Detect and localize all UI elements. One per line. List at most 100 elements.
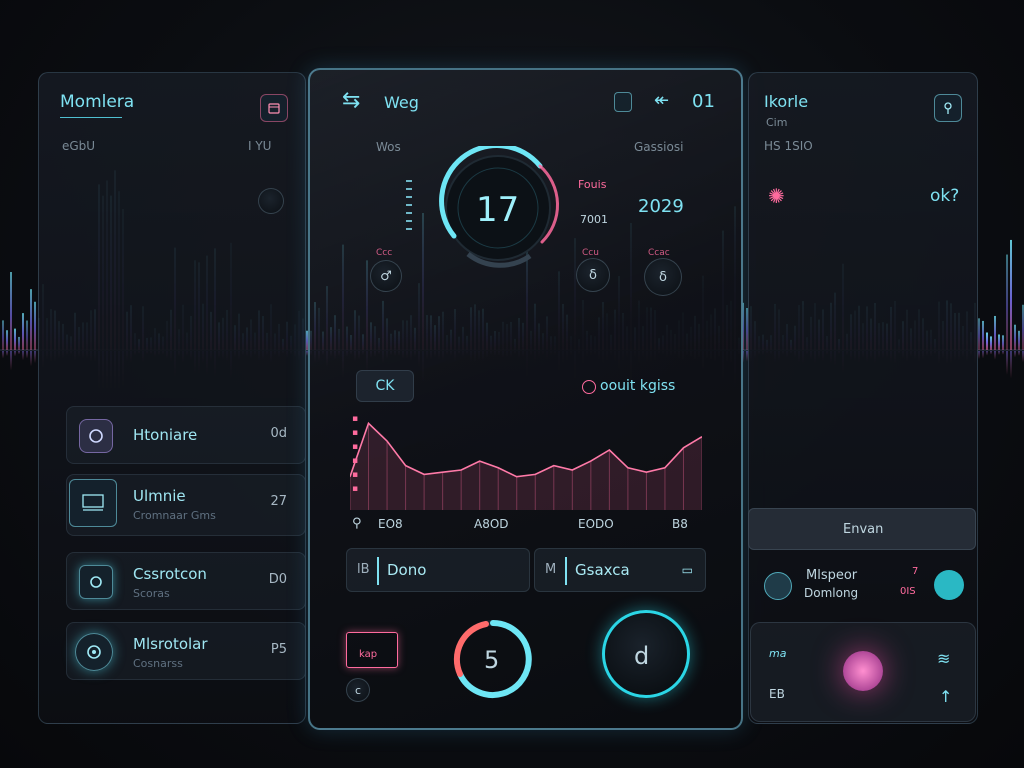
eq-bar xyxy=(14,328,16,350)
row-title: Mlspeor xyxy=(806,568,858,583)
eq-bar xyxy=(2,320,4,350)
ripple-chart xyxy=(350,421,702,510)
eq-reflection xyxy=(34,351,36,364)
eq-bar xyxy=(1010,239,1012,350)
legend-label: oouit kgiss xyxy=(600,378,676,394)
row-value-1: 7 xyxy=(912,566,919,577)
list-item-value: P5 xyxy=(270,642,287,657)
axis-label: A8OD xyxy=(474,517,509,531)
knob-caption-left: Ccc xyxy=(376,248,393,258)
envan-bar[interactable]: Envan xyxy=(748,508,976,550)
right-list-row[interactable]: Mlspeor Domlong 7 0IS xyxy=(752,560,974,610)
chat-icon xyxy=(79,565,113,599)
small-record-button[interactable]: c xyxy=(346,678,370,702)
level-meter xyxy=(406,180,412,230)
eq-reflection xyxy=(994,351,996,360)
right-title: Ikorle xyxy=(764,92,809,111)
left-time-readout: I YU xyxy=(248,139,272,153)
stat-small-value: 7001 xyxy=(580,213,608,226)
ring-value: 5 xyxy=(484,646,500,674)
right-caption: Gassiosi xyxy=(634,140,684,154)
field-menu-icon[interactable]: ▭ xyxy=(682,563,693,577)
envan-label: Envan xyxy=(843,522,884,537)
text-field-1[interactable]: lB Dono xyxy=(346,548,530,592)
stat-value: 2029 xyxy=(638,196,684,217)
eq-reflection xyxy=(2,351,4,359)
chart-y-ticks: ▪ ▪ ▪ ▪ ▪ ▪ xyxy=(352,414,359,494)
screen-icon xyxy=(69,479,117,527)
row-toggle[interactable] xyxy=(934,570,964,600)
left-subtitle: eGbU xyxy=(62,139,96,153)
orb-card: ma EB ≋ ↑ xyxy=(750,622,976,722)
list-item[interactable]: Htoniare 0d xyxy=(66,406,306,464)
target-icon xyxy=(75,633,113,671)
eq-reflection xyxy=(14,351,16,357)
list-item-subtitle: Scoras xyxy=(133,587,170,600)
eq-reflection xyxy=(1010,351,1012,379)
eq-reflection xyxy=(998,351,1000,355)
eq-reflection xyxy=(990,351,992,355)
eq-reflection xyxy=(986,351,988,356)
eq-bar xyxy=(22,313,24,350)
list-item-title: Mlsrotolar xyxy=(133,635,208,653)
list-item[interactable]: Cssrotcon Scoras D0 xyxy=(66,552,306,610)
dial-value: 17 xyxy=(476,190,520,230)
screen-title: Weg xyxy=(384,93,419,112)
field-prefix: M xyxy=(545,562,557,577)
list-item[interactable]: Ulmnie Cromnaar Gms 27 xyxy=(66,474,306,536)
axis-label: B8 xyxy=(672,517,688,531)
eq-bar xyxy=(30,289,32,350)
eq-bar xyxy=(982,320,984,350)
eq-bar xyxy=(1002,335,1004,350)
forward-icon[interactable]: ↞ xyxy=(654,90,669,111)
back-arrow-icon[interactable]: ⇆ xyxy=(342,88,360,113)
arrow-up-icon[interactable]: ↑ xyxy=(939,687,952,706)
ok-button[interactable]: CK xyxy=(356,370,414,402)
sparkle-icon: ✺ xyxy=(768,184,785,208)
right-knob[interactable]: δ xyxy=(644,258,682,296)
knob-value: d xyxy=(634,642,650,670)
eq-bar xyxy=(10,272,12,350)
eq-bar xyxy=(986,332,988,350)
eq-reflection xyxy=(1002,351,1004,355)
eq-reflection xyxy=(26,351,28,359)
left-knob[interactable]: ♂ xyxy=(370,260,402,292)
list-item-value: 0d xyxy=(270,426,287,441)
eq-reflection xyxy=(1006,351,1008,375)
eq-bar xyxy=(26,320,28,350)
list-item[interactable]: Mlsrotolar Cosnarss P5 xyxy=(66,622,306,680)
mid-knob[interactable]: δ xyxy=(576,258,610,292)
axis-label: EO8 xyxy=(378,517,403,531)
list-item-subtitle: Cosnarss xyxy=(133,657,183,670)
eq-reflection xyxy=(6,351,8,356)
chart-area xyxy=(350,423,702,510)
field-value: Dono xyxy=(387,561,427,579)
orb-label-1: ma xyxy=(769,647,787,660)
eq-reflection xyxy=(18,351,20,355)
orb-label-2: EB xyxy=(769,687,785,701)
eq-bar xyxy=(990,336,992,350)
text-field-2[interactable]: M Gsaxca ▭ xyxy=(534,548,706,592)
list-item-value: D0 xyxy=(268,572,287,587)
knob-caption-right-1: Ccu xyxy=(582,248,599,258)
field-cursor xyxy=(565,557,567,585)
eq-bar xyxy=(18,336,20,350)
battery-icon[interactable] xyxy=(614,92,632,112)
clock-icon[interactable]: 01 xyxy=(692,91,715,112)
eq-bar xyxy=(1014,324,1016,350)
left-caption: Wos xyxy=(376,140,401,154)
eq-bar xyxy=(994,315,996,350)
list-item-title: Htoniare xyxy=(133,426,198,444)
row-avatar xyxy=(764,572,792,600)
user-icon[interactable] xyxy=(934,94,962,122)
eq-bar xyxy=(1006,254,1008,350)
eq-reflection xyxy=(982,351,984,359)
stat-small-label: Fouis xyxy=(578,178,607,191)
right-sub-1: Cim xyxy=(766,116,788,129)
wifi-icon[interactable]: ≋ xyxy=(937,649,950,668)
sticker-frame[interactable]: kap xyxy=(346,632,398,668)
field-cursor xyxy=(377,557,379,585)
calendar-icon[interactable] xyxy=(260,94,288,122)
left-volume-knob[interactable] xyxy=(258,188,284,214)
orb-button[interactable] xyxy=(843,651,883,691)
